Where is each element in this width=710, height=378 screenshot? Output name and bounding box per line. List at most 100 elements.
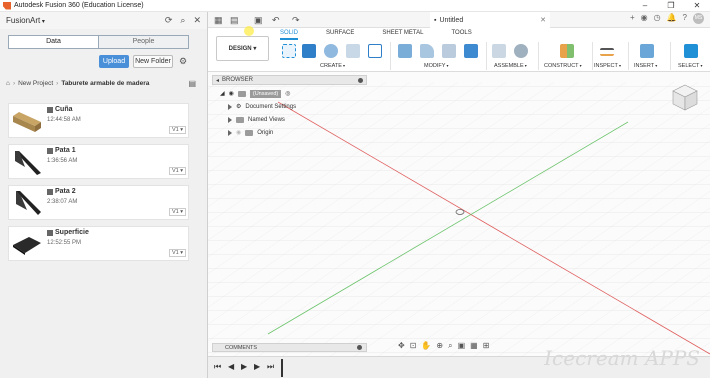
pin-icon[interactable] — [357, 345, 362, 350]
new-folder-button[interactable]: New Folder — [133, 55, 173, 68]
gear-icon[interactable]: ⚙ — [177, 55, 189, 69]
version-badge[interactable]: V1 ▾ — [168, 126, 186, 134]
browser-node-label: Document Settings — [245, 103, 297, 110]
create-sketch-icon[interactable] — [282, 44, 296, 58]
visibility-off-icon[interactable]: ◉ — [236, 129, 241, 136]
zoom-icon[interactable]: ⊕ — [436, 341, 443, 351]
display-settings-icon[interactable]: ▣ — [458, 341, 466, 351]
visibility-icon[interactable]: ◉ — [229, 90, 234, 97]
browser-header[interactable]: ◂ BROWSER — [212, 75, 367, 85]
assemble-menu[interactable]: ASSEMBLE — [494, 63, 527, 69]
zoom-window-icon[interactable]: ⌕ — [448, 341, 452, 351]
viewcube[interactable] — [670, 82, 700, 112]
combine-icon[interactable] — [464, 44, 478, 58]
fillet-icon[interactable] — [420, 44, 434, 58]
restore-button[interactable]: ❐ — [658, 0, 684, 12]
expand-icon[interactable] — [228, 103, 232, 110]
insert-menu[interactable]: INSERT — [634, 63, 657, 69]
extensions-icon[interactable]: ◉ — [641, 13, 648, 24]
avatar[interactable]: MS — [693, 13, 704, 24]
save-icon[interactable]: ▣ — [254, 15, 263, 26]
browser-root[interactable]: ◢ ◉ (Unsaved) ◎ — [220, 88, 291, 99]
revolve-icon[interactable] — [324, 44, 338, 58]
expand-icon[interactable] — [228, 129, 232, 136]
offset-plane-icon[interactable] — [560, 44, 574, 58]
list-item[interactable]: Cuña 12:44:58 AM V1 ▾ — [8, 103, 189, 138]
browser-node-named-views[interactable]: Named Views — [228, 114, 285, 125]
notifications-icon[interactable]: 🔔 — [667, 13, 677, 24]
tab-tools[interactable]: TOOLS — [451, 30, 471, 40]
select-icon[interactable] — [684, 44, 698, 58]
home-icon[interactable]: ⌂ — [6, 80, 10, 87]
construct-menu[interactable]: CONSTRUCT — [544, 63, 582, 69]
browser-node-origin[interactable]: ◉ Origin — [228, 127, 273, 138]
upload-button[interactable]: Upload — [99, 55, 129, 68]
go-to-start-icon[interactable]: ⏮ — [214, 362, 221, 372]
undo-icon[interactable]: ↶ — [272, 15, 280, 26]
tab-surface[interactable]: SURFACE — [326, 30, 354, 40]
redo-icon[interactable]: ↷ — [292, 15, 300, 26]
collapse-icon[interactable]: ◂ — [216, 77, 219, 84]
activate-icon[interactable]: ◎ — [285, 90, 290, 97]
search-icon[interactable]: ⌕ — [180, 15, 185, 26]
go-to-end-icon[interactable]: ⏭ — [267, 362, 274, 372]
folder-options-icon[interactable]: ▤ — [188, 79, 196, 88]
breadcrumb-project[interactable]: New Project — [18, 80, 53, 87]
grid-settings-icon[interactable]: ▦ — [470, 341, 478, 351]
extrude-icon[interactable] — [302, 44, 316, 58]
team-selector[interactable]: FusionArt — [6, 16, 45, 25]
browser-node-document-settings[interactable]: ⚙ Document Settings — [228, 101, 296, 112]
minimize-button[interactable]: – — [632, 0, 658, 12]
tab-people[interactable]: People — [98, 36, 188, 48]
help-icon[interactable]: ? — [683, 13, 687, 24]
select-menu[interactable]: SELECT — [678, 63, 703, 69]
job-status-icon[interactable]: ◷ — [654, 13, 661, 24]
list-item[interactable]: Pata 2 2:38:07 AM V1 ▾ — [8, 185, 189, 220]
tab-solid[interactable]: SOLID — [280, 30, 299, 40]
pin-icon[interactable] — [358, 77, 363, 83]
measure-icon[interactable] — [600, 48, 614, 56]
hole-icon[interactable] — [346, 44, 360, 58]
chamfer-icon[interactable] — [442, 44, 456, 58]
inspect-menu[interactable]: INSPECT — [594, 63, 621, 69]
orbit-icon[interactable]: ✥ — [398, 341, 405, 351]
design-canvas[interactable]: ◂ BROWSER ◢ ◉ (Unsaved) ◎ ⚙ Document Set… — [208, 72, 710, 378]
document-tab[interactable]: ▪ Untitled ✕ — [430, 12, 550, 28]
design-file-icon — [47, 188, 53, 195]
expand-icon[interactable]: ◢ — [220, 90, 225, 97]
pattern-icon[interactable] — [368, 44, 382, 58]
expand-icon[interactable] — [228, 116, 232, 123]
timeline-marker[interactable] — [281, 359, 283, 377]
new-component-icon[interactable] — [492, 44, 506, 58]
list-item[interactable]: Pata 1 1:36:56 AM V1 ▾ — [8, 144, 189, 179]
breadcrumb-folder[interactable]: Taburete armable de madera — [61, 80, 149, 87]
joint-icon[interactable] — [514, 44, 528, 58]
version-badge[interactable]: V1 ▾ — [168, 208, 186, 216]
new-tab-icon[interactable]: + — [630, 13, 635, 24]
workspace-switcher[interactable]: DESIGN ▾ — [216, 36, 269, 61]
close-tab-icon[interactable]: ✕ — [540, 16, 546, 24]
file-menu-icon[interactable]: ▤ — [230, 15, 239, 26]
browser-panel: ◂ BROWSER ◢ ◉ (Unsaved) ◎ ⚙ Document Set… — [212, 75, 367, 136]
grid-menu-icon[interactable]: ▦ — [214, 15, 223, 26]
press-pull-icon[interactable] — [398, 44, 412, 58]
step-back-icon[interactable]: ◀ — [228, 362, 234, 371]
tab-data[interactable]: Data — [9, 36, 98, 48]
version-badge[interactable]: V1 ▾ — [168, 167, 186, 175]
refresh-icon[interactable]: ⟳ — [165, 15, 173, 26]
insert-image-icon[interactable] — [640, 44, 654, 58]
version-badge[interactable]: V1 ▾ — [168, 249, 186, 257]
close-button[interactable]: ✕ — [684, 0, 710, 12]
modify-menu[interactable]: MODIFY — [424, 63, 449, 69]
play-icon[interactable]: ▶ — [241, 362, 247, 371]
step-forward-icon[interactable]: ▶ — [254, 362, 260, 371]
tab-sheet-metal[interactable]: SHEET METAL — [382, 30, 423, 40]
close-panel-icon[interactable]: ✕ — [193, 15, 201, 26]
pan-icon[interactable]: ✋ — [421, 341, 431, 351]
comments-panel[interactable]: COMMENTS — [212, 343, 367, 352]
look-at-icon[interactable]: ⊡ — [410, 341, 417, 351]
create-menu[interactable]: CREATE — [320, 63, 345, 69]
file-name: Cuña — [47, 106, 73, 113]
list-item[interactable]: Superficie 12:52:55 PM V1 ▾ — [8, 226, 189, 261]
viewports-icon[interactable]: ⊞ — [483, 341, 490, 351]
